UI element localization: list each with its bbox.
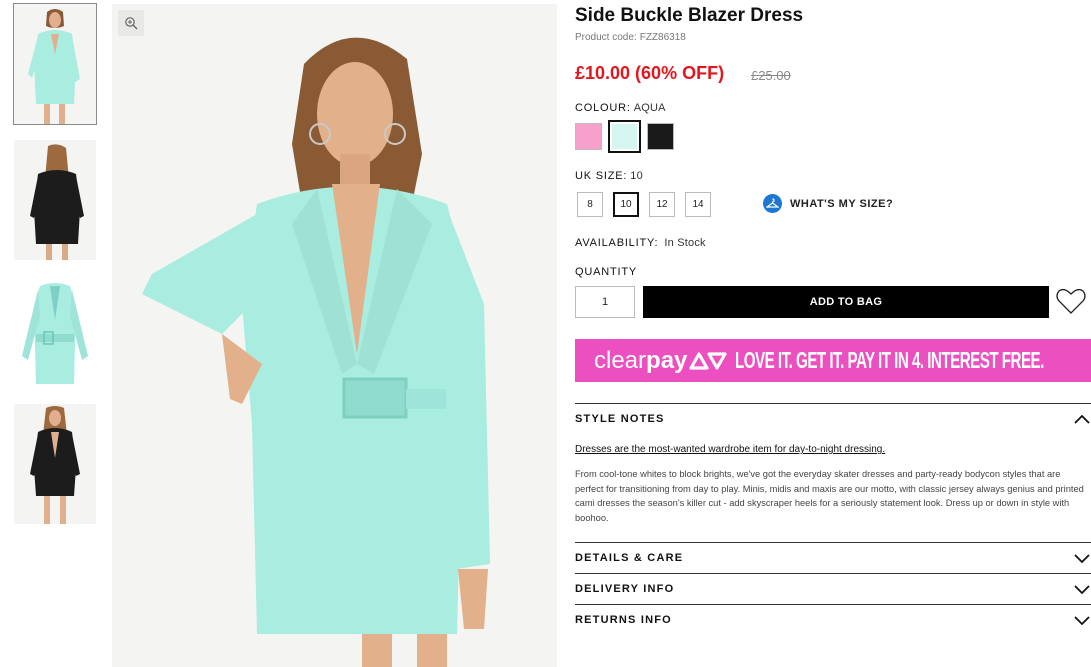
size-option-12[interactable]: 12	[649, 192, 675, 217]
model-photo	[112, 4, 557, 667]
style-notes-headline[interactable]: Dresses are the most-wanted wardrobe ite…	[575, 444, 885, 455]
quantity-label: QUANTITY	[575, 266, 638, 278]
thumbnail-aqua-front[interactable]	[13, 3, 97, 125]
accordion-returns-info[interactable]: RETURNS INFO	[575, 604, 1091, 635]
clearpay-arrows-icon	[689, 351, 727, 370]
colour-label: COLOUR: AQUA	[575, 102, 666, 114]
colour-swatches	[575, 120, 674, 153]
accordion-delivery-info-header[interactable]: DELIVERY INFO	[575, 574, 1091, 604]
colour-label-text: COLOUR:	[575, 102, 631, 114]
chevron-down-icon	[1074, 616, 1090, 626]
whats-my-size-link[interactable]: WHAT'S MY SIZE?	[763, 194, 893, 213]
original-price: £25.00	[751, 68, 791, 83]
size-options: 8 10 12 14	[577, 192, 711, 217]
accordion-style-notes-header[interactable]: STYLE NOTES	[575, 404, 1091, 434]
accordion-details-care[interactable]: DETAILS & CARE	[575, 542, 1091, 573]
clearpay-tagline: LOVE IT. GET IT. PAY IT IN 4. INTEREST F…	[735, 347, 1045, 373]
whats-my-size-label: WHAT'S MY SIZE?	[790, 197, 894, 210]
thumbnail-black-front[interactable]	[14, 404, 96, 524]
size-option-8[interactable]: 8	[577, 192, 603, 217]
style-notes-body: From cool-tone whites to block brights, …	[575, 469, 1084, 523]
clearpay-brand-part2: pay	[646, 346, 688, 374]
zoom-button[interactable]	[118, 10, 144, 36]
swatch-black[interactable]	[647, 123, 674, 150]
availability: AVAILABILITY: In Stock	[575, 237, 706, 249]
wishlist-heart-icon[interactable]	[1056, 287, 1086, 315]
clearpay-brand-part1: clear	[594, 346, 647, 374]
hanger-icon	[763, 194, 782, 213]
sale-price: £10.00 (60% OFF)	[575, 63, 725, 83]
product-code: Product code: FZZ86318	[575, 32, 686, 43]
accordion-delivery-info[interactable]: DELIVERY INFO	[575, 573, 1091, 604]
size-value: 10	[630, 170, 643, 182]
colour-value: AQUA	[633, 102, 666, 114]
clearpay-logo: clear pay	[594, 347, 727, 375]
add-to-bag-button[interactable]: ADD TO BAG	[643, 286, 1049, 318]
size-label-text: UK SIZE:	[575, 170, 628, 182]
size-label: UK SIZE: 10	[575, 170, 643, 182]
main-product-image[interactable]	[112, 4, 557, 667]
clearpay-banner[interactable]: clear pay LOVE IT. GET IT. PAY IT IN 4. I…	[575, 339, 1091, 382]
accordion-returns-info-header[interactable]: RETURNS INFO	[575, 605, 1091, 635]
accordion-style-notes-title: STYLE NOTES	[575, 413, 665, 425]
accordion-returns-info-title: RETURNS INFO	[575, 614, 672, 626]
accordion-delivery-info-title: DELIVERY INFO	[575, 583, 675, 595]
product-title: Side Buckle Blazer Dress	[575, 5, 804, 26]
size-option-14[interactable]: 14	[685, 192, 711, 217]
swatch-aqua[interactable]	[608, 120, 641, 153]
accordion-style-notes[interactable]: STYLE NOTES	[575, 403, 1091, 434]
accordion-details-care-title: DETAILS & CARE	[575, 552, 684, 564]
product-code-value: FZZ86318	[639, 32, 686, 43]
quantity-input[interactable]: 1	[575, 286, 635, 318]
chevron-down-icon	[1074, 585, 1090, 595]
chevron-down-icon	[1074, 554, 1090, 564]
thumbnail-aqua-flat[interactable]	[14, 276, 96, 396]
size-option-10[interactable]: 10	[613, 192, 639, 217]
thumbnail-black-back[interactable]	[14, 140, 96, 260]
swatch-pink[interactable]	[575, 123, 602, 150]
availability-value: In Stock	[664, 237, 706, 249]
zoom-in-icon	[125, 17, 138, 30]
accordion-details-care-header[interactable]: DETAILS & CARE	[575, 543, 1091, 573]
chevron-up-icon	[1074, 414, 1090, 424]
product-code-label: Product code:	[575, 32, 637, 43]
availability-label: AVAILABILITY:	[575, 237, 659, 249]
